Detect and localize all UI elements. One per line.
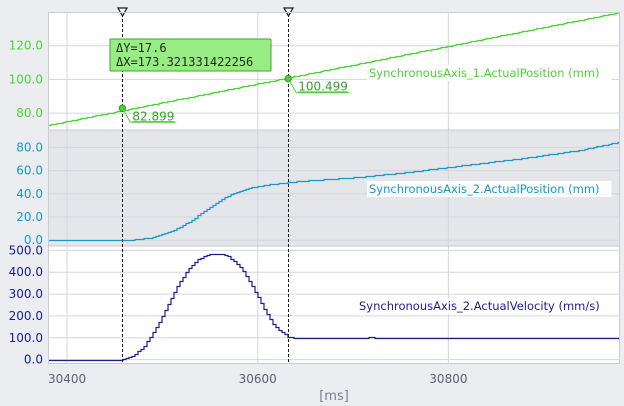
y-tick-label-axis-2-vel: 200.0 xyxy=(9,309,43,323)
x-tick-label: 30400 xyxy=(48,372,86,386)
x-tick-label: 30800 xyxy=(429,372,467,386)
trace-chart[interactable]: 82.899 100.499 SynchronousAxis_1.ActualPo… xyxy=(0,0,624,406)
series-label-axis-2-pos: SynchronousAxis_2.ActualPosition (mm) xyxy=(369,182,600,196)
y-tick-label-axis-2-pos: 80.0 xyxy=(16,140,43,154)
y-tick-label-axis-2-vel: 0.0 xyxy=(24,353,43,367)
y-tick-label-axis-2-vel: 300.0 xyxy=(9,287,43,301)
y-tick-label-axis-2-vel: 100.0 xyxy=(9,331,43,345)
y-tick-label-axis-1: 100.0 xyxy=(9,72,43,86)
cursor-value-label: 100.499 xyxy=(298,80,348,94)
measurement-delta-x: ΔX=173.321331422256 xyxy=(116,55,253,69)
series-label-axis-1: SynchronousAxis_1.ActualPosition (mm) xyxy=(369,66,600,80)
y-tick-label-axis-2-pos: 40.0 xyxy=(16,187,43,201)
trace-viewer: 82.899 100.499 SynchronousAxis_1.ActualPo… xyxy=(0,0,624,406)
y-axis-ticks: 80.0100.0120.00.020.040.060.080.00.0100.… xyxy=(9,39,43,367)
x-axis-unit-label: [ms] xyxy=(319,389,349,404)
measurement-box: ΔY=17.6 ΔX=173.321331422256 xyxy=(109,38,272,72)
y-tick-label-axis-1: 120.0 xyxy=(9,39,43,53)
y-tick-label-axis-2-vel: 500.0 xyxy=(9,243,43,257)
measurement-delta-y: ΔY=17.6 xyxy=(116,41,167,55)
series-label-axis-2-vel: SynchronousAxis_2.ActualVelocity (mm/s) xyxy=(359,299,600,313)
x-tick-label: 30600 xyxy=(239,372,277,386)
y-tick-label-axis-1: 80.0 xyxy=(16,106,43,120)
y-tick-label-axis-2-vel: 400.0 xyxy=(9,265,43,279)
y-tick-label-axis-2-pos: 20.0 xyxy=(16,210,43,224)
y-tick-label-axis-2-pos: 60.0 xyxy=(16,164,43,178)
cursor-value-label: 82.899 xyxy=(132,109,174,123)
